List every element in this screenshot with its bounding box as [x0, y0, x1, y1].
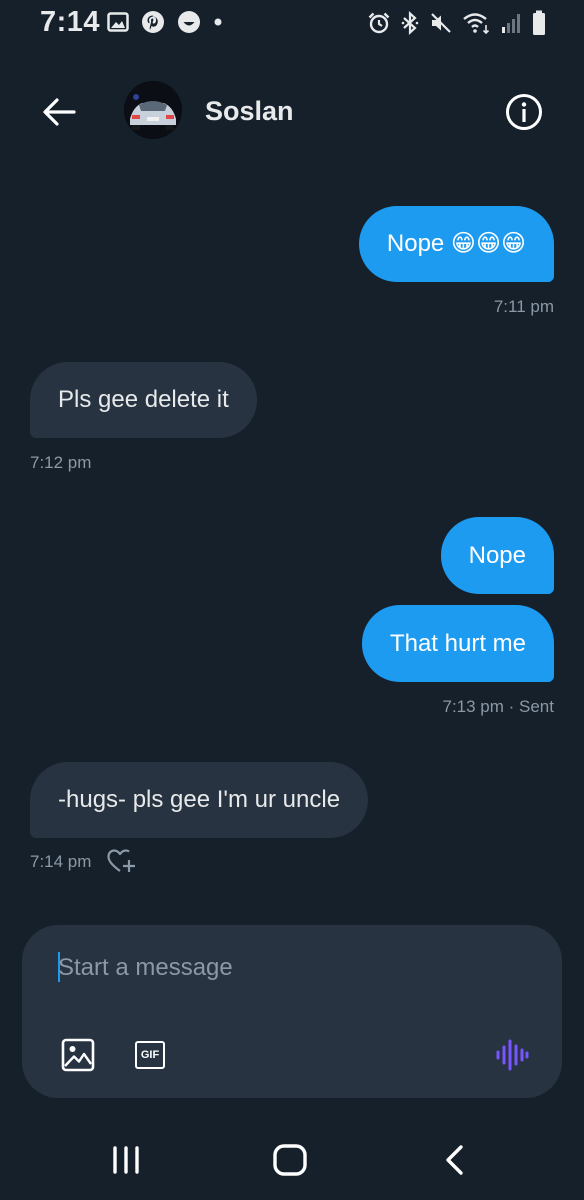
info-icon: [506, 94, 542, 130]
status-left-icons: [107, 10, 223, 34]
message-text: That hurt me: [389, 629, 526, 657]
status-right-icons: [367, 10, 546, 36]
gif-button[interactable]: GIF: [130, 1035, 170, 1075]
message-composer: GIF: [22, 925, 562, 1098]
arrow-left-icon: [43, 98, 76, 126]
status-bar: 7:14: [0, 0, 584, 46]
message-text: Pls gee delete it: [58, 386, 229, 413]
status-time: 7:14: [40, 6, 101, 38]
gif-label: GIF: [135, 1041, 165, 1069]
home-button[interactable]: [260, 1138, 320, 1182]
car-photo-icon: [124, 81, 182, 139]
media-button[interactable]: [58, 1035, 98, 1075]
message-time: 7:14 pm: [30, 852, 92, 871]
message-text: -hugs- pls gee I'm ur uncle: [58, 786, 341, 813]
contact-name[interactable]: Soslan: [205, 96, 294, 127]
message-bubble-outgoing[interactable]: Nope: [440, 517, 554, 594]
mute-icon: [429, 11, 453, 35]
message-text: Nope 😁😁😁: [386, 230, 526, 257]
heart-plus-icon: [107, 849, 135, 872]
avatar[interactable]: [124, 81, 182, 139]
gallery-icon: [107, 12, 129, 32]
wifi-icon: [462, 11, 492, 35]
message-text: Nope: [468, 541, 526, 569]
chevron-left-icon: [446, 1145, 463, 1175]
audio-waveform-icon: [496, 1039, 529, 1071]
back-nav-button[interactable]: [424, 1138, 484, 1182]
message-bubble-outgoing[interactable]: Nope 😁😁😁: [358, 206, 554, 282]
message-time: 7:12 pm: [30, 453, 92, 472]
message-bubble-outgoing[interactable]: That hurt me: [361, 605, 554, 682]
recent-apps-button[interactable]: [96, 1138, 156, 1182]
alarm-icon: [367, 11, 391, 35]
signal-icon: [501, 12, 523, 34]
info-button[interactable]: [500, 88, 548, 136]
voice-message-button[interactable]: [492, 1035, 532, 1075]
smiley-icon: [177, 10, 201, 34]
message-bubble-incoming[interactable]: Pls gee delete it: [30, 362, 257, 438]
message-status: 7:13 pm · Sent: [442, 697, 554, 716]
message-bubble-incoming[interactable]: -hugs- pls gee I'm ur uncle: [30, 762, 369, 838]
message-input[interactable]: [58, 951, 498, 985]
home-icon: [273, 1144, 307, 1176]
image-icon: [61, 1038, 95, 1072]
pinterest-icon: [141, 10, 165, 34]
recent-apps-icon: [113, 1146, 139, 1174]
dot-icon: [213, 17, 223, 27]
bluetooth-icon: [400, 11, 420, 35]
system-nav-bar: [0, 1120, 584, 1200]
conversation-header: Soslan: [0, 72, 584, 152]
message-time: 7:11 pm: [493, 297, 554, 316]
battery-icon: [532, 10, 546, 36]
add-reaction-button[interactable]: [104, 846, 138, 876]
back-button[interactable]: [36, 92, 82, 132]
